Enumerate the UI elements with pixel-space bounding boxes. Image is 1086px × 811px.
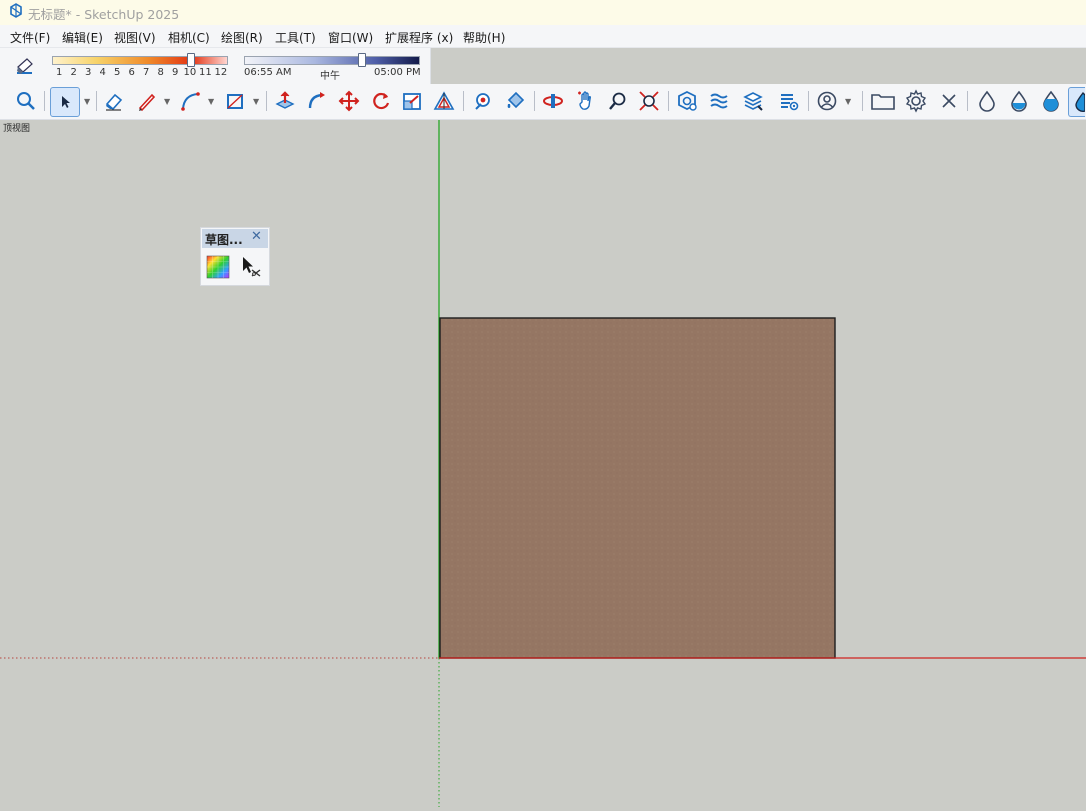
menu-window[interactable]: 窗口(W)	[328, 29, 373, 46]
shadows-toolbar	[0, 48, 431, 84]
close-icon[interactable]	[936, 88, 962, 114]
push-pull-icon[interactable]	[272, 88, 298, 114]
style-active-icon[interactable]	[1068, 87, 1085, 117]
zoom-window-icon[interactable]	[636, 88, 662, 114]
folder-icon[interactable]	[870, 88, 896, 114]
month-label: 9	[172, 67, 179, 78]
month-label: 11	[199, 67, 212, 78]
scale-icon[interactable]	[399, 88, 425, 114]
month-label: 3	[85, 67, 92, 78]
sketch-palette: 草图... ✕	[200, 227, 270, 286]
menu-file[interactable]: 文件(F)	[10, 29, 50, 46]
color-grid-icon[interactable]	[206, 255, 230, 279]
time-end-label: 05:00 PM	[374, 67, 421, 78]
paint-bucket-icon[interactable]	[502, 88, 528, 114]
time-noon-label: 中午	[320, 71, 340, 82]
rectangle-icon[interactable]	[222, 88, 248, 114]
extension-icon[interactable]	[776, 88, 802, 114]
month-label: 5	[114, 67, 121, 78]
toolbar-separator	[967, 91, 968, 111]
month-slider[interactable]	[52, 56, 228, 65]
toolbar-separator	[668, 91, 669, 111]
menu-draw[interactable]: 绘图(R)	[221, 29, 263, 46]
toolbar-separator	[44, 91, 45, 111]
toolbar-separator	[463, 91, 464, 111]
warehouse-icon[interactable]	[674, 88, 700, 114]
time-slider[interactable]	[244, 56, 420, 65]
style-half-icon[interactable]	[1006, 88, 1032, 114]
select-icon[interactable]	[50, 87, 80, 117]
sketchup-logo-icon	[8, 3, 24, 23]
month-label: 10	[183, 67, 197, 78]
shape-dropdown-icon[interactable]: ▼	[253, 97, 259, 106]
menu-view[interactable]: 视图(V)	[114, 29, 156, 46]
title-bar: 无标题* - SketchUp 2025	[0, 0, 1086, 25]
menu-bar: 文件(F) 编辑(E) 视图(V) 相机(C) 绘图(R) 工具(T) 窗口(W…	[0, 25, 1086, 48]
rectangle-face[interactable]	[439, 317, 836, 659]
profile-dropdown-icon[interactable]: ▼	[845, 97, 851, 106]
zoom-icon[interactable]	[605, 88, 631, 114]
toolbar-separator	[808, 91, 809, 111]
window-title: 无标题* - SketchUp 2025	[28, 7, 180, 22]
month-label: 6	[128, 67, 135, 78]
menu-extensions[interactable]: 扩展程序 (x)	[385, 29, 453, 46]
month-label: 7	[143, 67, 150, 78]
move-icon[interactable]	[336, 88, 362, 114]
select-dropdown-icon[interactable]: ▼	[84, 97, 90, 106]
toolbar-separator	[862, 91, 863, 111]
style-filled-icon[interactable]	[1038, 88, 1064, 114]
time-start-label: 06:55 AM	[244, 67, 292, 78]
time-slider-thumb[interactable]	[357, 53, 366, 67]
toolbar-separator	[534, 91, 535, 111]
profile-icon[interactable]	[814, 88, 840, 114]
palette-title: 草图...	[205, 233, 243, 247]
offset-icon[interactable]	[431, 88, 457, 114]
eraser-icon[interactable]	[101, 88, 127, 114]
month-label: 8	[157, 67, 164, 78]
model-viewport[interactable]	[0, 120, 1086, 807]
pan-icon[interactable]	[573, 88, 599, 114]
style-icon[interactable]	[974, 88, 1000, 114]
orbit-icon[interactable]	[540, 88, 566, 114]
rotate-icon[interactable]	[368, 88, 394, 114]
line-dropdown-icon[interactable]: ▼	[164, 97, 170, 106]
palette-close-icon[interactable]: ✕	[251, 229, 262, 244]
menu-tools[interactable]: 工具(T)	[275, 29, 316, 46]
tape-measure-icon[interactable]	[470, 88, 496, 114]
settings-icon[interactable]	[903, 88, 929, 114]
scene-tab-top-view[interactable]: 顶视图	[3, 121, 30, 134]
toolbar-separator	[266, 91, 267, 111]
menu-help[interactable]: 帮助(H)	[463, 29, 505, 46]
month-label: 1	[56, 67, 63, 78]
sandbox-icon[interactable]	[706, 88, 732, 114]
menu-edit[interactable]: 编辑(E)	[62, 29, 103, 46]
shadow-toggle-icon[interactable]	[14, 55, 36, 81]
arc-icon[interactable]	[177, 88, 203, 114]
month-label: 4	[99, 67, 106, 78]
pointer-tool-icon[interactable]	[239, 255, 263, 279]
month-label: 12	[214, 67, 228, 78]
month-slider-thumb[interactable]	[186, 53, 195, 67]
zoom-extents-icon[interactable]	[13, 88, 39, 114]
toolbar-separator	[96, 91, 97, 111]
pencil-line-icon[interactable]	[134, 88, 160, 114]
menu-camera[interactable]: 相机(C)	[168, 29, 210, 46]
follow-me-icon[interactable]	[304, 88, 330, 114]
layers-icon[interactable]	[740, 88, 766, 114]
arc-dropdown-icon[interactable]: ▼	[208, 97, 214, 106]
month-label: 2	[70, 67, 77, 78]
